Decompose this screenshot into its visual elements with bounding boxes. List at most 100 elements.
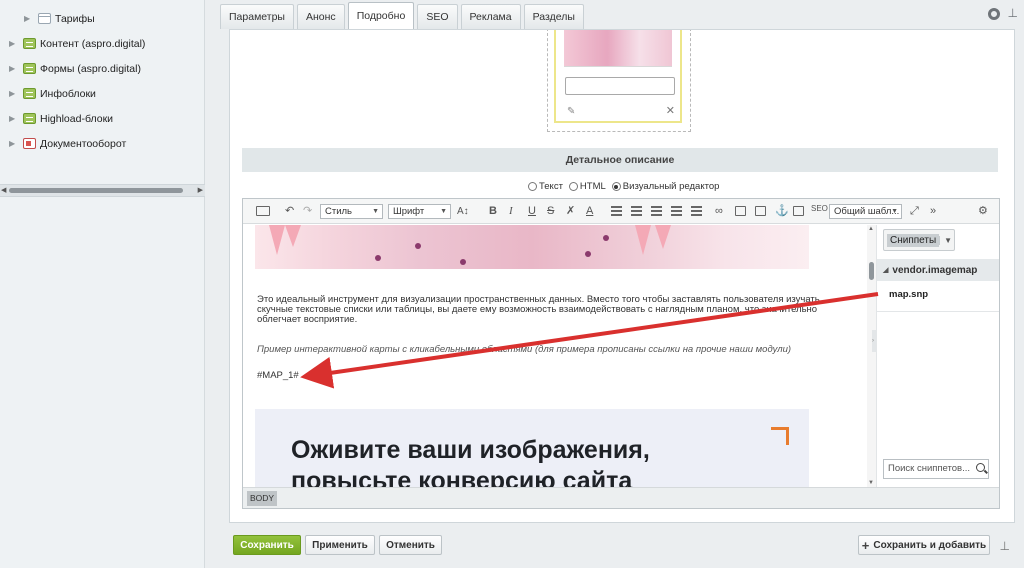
snippet-item[interactable]: map.snp (889, 289, 928, 300)
mode-visual[interactable]: Визуальный редактор (611, 181, 719, 192)
undo-icon[interactable]: ↶ (285, 205, 294, 218)
sidebar-item-content[interactable]: ▶ Контент (aspro.digital) (0, 31, 204, 56)
ordered-list-icon[interactable] (611, 206, 622, 216)
text-color-icon[interactable]: A (586, 205, 593, 218)
decoration (460, 259, 466, 265)
delete-icon[interactable]: ✕ (666, 104, 675, 117)
image-thumbnail[interactable] (564, 30, 672, 67)
sidebar-item-infoblocks[interactable]: ▶ Инфоблоки (0, 81, 204, 106)
sidebar-item-highload[interactable]: ▶ Highload-блоки (0, 106, 204, 131)
template-select-label: Общий шабл... (834, 206, 900, 217)
scroll-up-icon[interactable]: ▲ (868, 226, 874, 232)
content-banner[interactable]: Оживите ваши изображения, повысьте конве… (255, 409, 809, 487)
expand-arrow-icon[interactable]: ▶ (24, 14, 32, 23)
sidebar-item-label: Инфоблоки (40, 87, 96, 100)
snippets-panel: › Сниппеты ▼ ◢ vendor.imagemap map.snp П… (872, 225, 999, 487)
scroll-down-icon[interactable]: ▼ (868, 480, 874, 486)
tab-parameters[interactable]: Параметры (220, 4, 294, 29)
visual-editor: ↶ ↷ Стиль ▼ Шрифт ▼ A↕ B I U S ✗ A ∞ ⚓ S… (242, 198, 1000, 509)
expand-arrow-icon[interactable]: ▶ (9, 89, 17, 98)
settings-icon[interactable]: ⚙ (978, 205, 988, 218)
video-icon[interactable] (755, 206, 766, 216)
italic-icon[interactable]: I (509, 205, 513, 218)
sidebar-item-forms[interactable]: ▶ Формы (aspro.digital) (0, 56, 204, 81)
save-and-add-button[interactable]: + Сохранить и добавить (858, 535, 990, 555)
details-panel: ✎ ✕ Детальное описание Текст HTML Визуал… (229, 29, 1015, 523)
snippets-button[interactable]: Сниппеты ▼ (883, 229, 955, 251)
body-tag[interactable]: BODY (247, 491, 278, 506)
fullscreen-icon[interactable]: ⤢ (910, 205, 919, 218)
tab-seo[interactable]: SEO (417, 4, 458, 29)
mode-html[interactable]: HTML (568, 181, 606, 192)
snippet-search-input[interactable]: Поиск сниппетов... (883, 459, 989, 479)
sidebar-item-label: Контент (aspro.digital) (40, 37, 146, 50)
anchor-icon[interactable]: ⚓ (775, 205, 789, 218)
pin-icon[interactable]: ⊥ (1000, 539, 1010, 553)
remove-format-icon[interactable]: ✗ (566, 205, 575, 218)
pin-icon[interactable]: ⊥ (1008, 6, 1018, 20)
expand-arrow-icon[interactable]: ▶ (9, 64, 17, 73)
iblock-icon (23, 63, 36, 74)
outdent-icon[interactable] (651, 206, 662, 216)
align-icon[interactable] (691, 206, 702, 216)
template-select[interactable]: Общий шабл... ▼ (829, 204, 902, 219)
save-button[interactable]: Сохранить (233, 535, 301, 555)
apply-button[interactable]: Применить (305, 535, 375, 555)
tab-details[interactable]: Подробно (347, 2, 415, 29)
tab-announce[interactable]: Анонс (296, 4, 345, 29)
sidebar-item-label: Тарифы (55, 12, 95, 25)
decoration (635, 225, 651, 255)
tab-sections[interactable]: Разделы (523, 4, 584, 29)
chevron-down-icon[interactable]: ▼ (939, 235, 952, 245)
sidebar: ▶ Тарифы ▶ Контент (aspro.digital) ▶ Фор… (0, 0, 205, 568)
sidebar-item-label: Highload-блоки (40, 112, 114, 125)
bold-icon[interactable]: B (489, 205, 497, 218)
code-view-icon[interactable] (256, 206, 270, 216)
cancel-button[interactable]: Отменить (379, 535, 442, 555)
style-select[interactable]: Стиль ▼ (320, 204, 383, 219)
content-image[interactable] (255, 225, 809, 269)
more-icon[interactable]: » (930, 205, 936, 218)
image-icon[interactable] (735, 206, 746, 216)
editor-toolbar: ↶ ↷ Стиль ▼ Шрифт ▼ A↕ B I U S ✗ A ∞ ⚓ S… (243, 199, 999, 224)
sidebar-item-documents[interactable]: ▶ Документооборот (0, 131, 204, 156)
expand-arrow-icon[interactable]: ▶ (9, 39, 17, 48)
image-description-input[interactable] (565, 77, 675, 95)
seo-icon[interactable]: SEO (811, 202, 828, 215)
font-size-icon[interactable]: A↕ (457, 205, 469, 218)
link-icon[interactable]: ∞ (715, 205, 723, 218)
gear-icon[interactable] (988, 8, 1000, 20)
underline-icon[interactable]: U (528, 205, 536, 218)
mode-text[interactable]: Текст (528, 181, 563, 192)
sidebar-item-tariffs[interactable]: ▶ Тарифы (0, 6, 204, 31)
table-insert-icon[interactable] (793, 206, 804, 216)
unordered-list-icon[interactable] (631, 206, 642, 216)
font-select-label: Шрифт (393, 206, 425, 217)
editor-content[interactable]: Это идеальный инструмент для визуализаци… (243, 225, 867, 487)
scrollbar-thumb[interactable] (9, 188, 183, 193)
sidebar-tree: ▶ Тарифы ▶ Контент (aspro.digital) ▶ Фор… (0, 0, 204, 156)
radio-html[interactable] (568, 182, 578, 191)
scroll-left-icon[interactable]: ◀ (1, 186, 6, 194)
tab-bar: Параметры Анонс Подробно SEO Реклама Раз… (220, 2, 587, 29)
scroll-right-icon[interactable]: ▶ (198, 186, 203, 194)
tab-ads[interactable]: Реклама (460, 4, 521, 29)
search-icon[interactable] (976, 463, 985, 472)
panel-collapse-handle[interactable]: › (872, 330, 877, 352)
snippet-group[interactable]: ◢ vendor.imagemap (877, 259, 999, 281)
editor-vertical-scrollbar[interactable]: ▲ ▼ (867, 225, 876, 487)
strikethrough-icon[interactable]: S (547, 205, 554, 218)
edit-pencil-icon[interactable]: ✎ (567, 106, 575, 117)
expand-arrow-icon[interactable]: ▶ (9, 114, 17, 123)
expand-arrow-icon[interactable]: ▶ (9, 139, 17, 148)
font-select[interactable]: Шрифт ▼ (388, 204, 451, 219)
radio-visual[interactable] (611, 182, 621, 191)
redo-icon[interactable]: ↷ (303, 205, 312, 218)
sidebar-item-label: Документооборот (40, 137, 127, 150)
scrollbar-thumb[interactable] (869, 262, 874, 280)
indent-icon[interactable] (671, 206, 682, 216)
sidebar-horizontal-scrollbar[interactable]: ◀ ▶ (0, 184, 205, 197)
main-area: Параметры Анонс Подробно SEO Реклама Раз… (206, 0, 1024, 568)
radio-text[interactable] (528, 182, 537, 191)
content-paragraph: Это идеальный инструмент для визуализаци… (257, 294, 820, 325)
